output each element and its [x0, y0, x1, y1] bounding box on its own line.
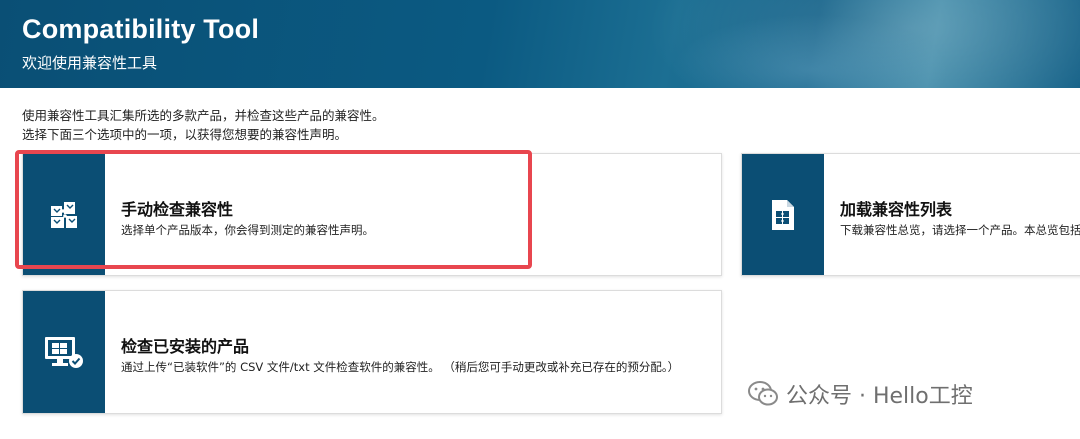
- header-decoration-2: [660, 10, 960, 88]
- puzzle-icon: [51, 201, 77, 228]
- page-subtitle: 欢迎使用兼容性工具: [22, 54, 158, 72]
- app-header: Compatibility Tool 欢迎使用兼容性工具: [0, 0, 1080, 88]
- option-description: 通过上传“已装软件”的 CSV 文件/txt 文件检查软件的兼容性。 （稍后您可…: [121, 360, 680, 374]
- option-title: 手动检查兼容性: [121, 200, 234, 219]
- option-icon-box: [742, 154, 824, 275]
- watermark: 公众号 · Hello工控: [748, 378, 973, 410]
- option-manual-check[interactable]: 手动检查兼容性 选择单个产品版本，你会得到测定的兼容性声明。: [22, 153, 722, 276]
- monitor-check-icon: [45, 337, 83, 368]
- option-title: 检查已安装的产品: [121, 337, 250, 356]
- option-check-installed[interactable]: 检查已安装的产品 通过上传“已装软件”的 CSV 文件/txt 文件检查软件的兼…: [22, 290, 722, 414]
- intro-line-1: 使用兼容性工具汇集所选的多款产品，并检查这些产品的兼容性。: [22, 108, 385, 123]
- document-puzzle-icon: [772, 199, 794, 230]
- option-title: 加载兼容性列表: [840, 200, 953, 219]
- option-description: 下载兼容性总览，请选择一个产品。本总览包括: [840, 223, 1080, 237]
- wechat-icon: [748, 381, 778, 406]
- intro-text: 使用兼容性工具汇集所选的多款产品，并检查这些产品的兼容性。 选择下面三个选项中的…: [22, 106, 385, 144]
- option-icon-box: [23, 154, 105, 275]
- option-icon-box: [23, 291, 105, 413]
- page-title: Compatibility Tool: [22, 14, 260, 44]
- intro-line-2: 选择下面三个选项中的一项，以获得您想要的兼容性声明。: [22, 127, 348, 142]
- watermark-text: 公众号 · Hello工控: [786, 384, 973, 409]
- option-load-list[interactable]: 加载兼容性列表 下载兼容性总览，请选择一个产品。本总览包括: [741, 153, 1080, 276]
- option-description: 选择单个产品版本，你会得到测定的兼容性声明。: [121, 223, 374, 237]
